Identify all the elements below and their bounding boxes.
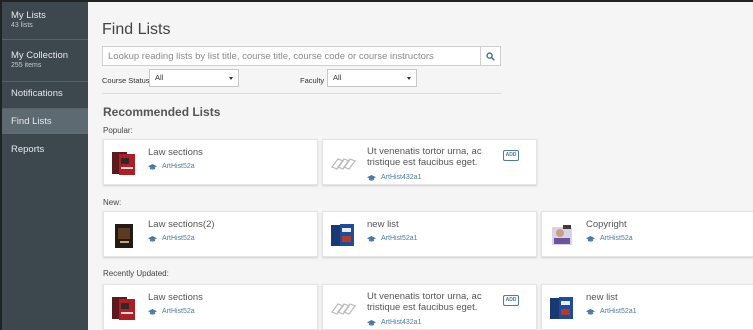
course-code: ArtHist52a1 bbox=[600, 308, 637, 315]
course-code-link[interactable]: ArtHist52a1 bbox=[367, 235, 418, 242]
search-icon bbox=[486, 51, 495, 61]
graduation-cap-icon bbox=[367, 235, 376, 242]
sidebar-item-label: Reports bbox=[11, 144, 45, 155]
sidebar-item-my-lists[interactable]: My Lists 43 lists bbox=[2, 10, 88, 29]
graduation-cap-icon bbox=[586, 235, 595, 242]
book-placeholder-thumbnail bbox=[331, 303, 356, 315]
course-code: ArtHist52a1 bbox=[381, 235, 418, 242]
graduation-cap-icon bbox=[367, 174, 376, 181]
faculty-label: Faculty bbox=[300, 76, 325, 85]
group-label-popular: Popular: bbox=[103, 126, 133, 135]
sidebar-item-label: My Lists bbox=[11, 10, 46, 21]
group-label-recently-updated: Recently Updated: bbox=[103, 269, 169, 278]
course-code: ArtHist52a bbox=[600, 235, 633, 242]
sidebar-item-reports[interactable]: Reports bbox=[2, 144, 88, 155]
course-code-link[interactable]: ArtHist52a bbox=[586, 235, 633, 242]
book-cover-thumbnail bbox=[115, 224, 133, 248]
book-cover-thumbnail bbox=[112, 152, 135, 175]
list-title: Law sections bbox=[148, 147, 203, 158]
search-input[interactable] bbox=[103, 47, 481, 65]
search-button[interactable] bbox=[480, 47, 500, 65]
sidebar-item-count: 43 lists bbox=[11, 22, 33, 29]
course-code-link[interactable]: ArtHist432a1 bbox=[367, 174, 421, 181]
course-code: ArtHist432a1 bbox=[381, 174, 422, 181]
list-card[interactable]: Ut venenatis tortor urna, ac tristique e… bbox=[322, 139, 537, 185]
list-title: Ut venenatis tortor urna, ac tristique e… bbox=[367, 146, 482, 168]
faculty-value: All bbox=[333, 73, 342, 82]
recommended-lists-heading: Recommended Lists bbox=[103, 105, 221, 119]
list-card[interactable]: Law sections(2) ArtHist52a bbox=[103, 211, 318, 257]
list-card[interactable]: new list ArtHist52a1 bbox=[322, 211, 537, 257]
course-code-link[interactable]: ArtHist52a bbox=[148, 235, 195, 242]
add-button[interactable]: ADD bbox=[503, 295, 519, 306]
list-card[interactable]: Copyright ArtHist52a bbox=[541, 211, 753, 257]
sidebar-divider bbox=[2, 81, 88, 82]
graduation-cap-icon bbox=[586, 308, 595, 315]
course-code-link[interactable]: ArtHist52a1 bbox=[586, 308, 637, 315]
sidebar-item-label: My Collection bbox=[11, 50, 69, 61]
list-card[interactable]: new list ArtHist52a1 bbox=[541, 284, 753, 330]
sidebar-item-my-collection[interactable]: My Collection 255 items bbox=[2, 50, 88, 69]
book-cover-thumbnail bbox=[112, 297, 135, 320]
page-title: Find Lists bbox=[102, 21, 171, 38]
book-cover-thumbnail bbox=[331, 224, 354, 246]
chevron-down-icon bbox=[407, 77, 411, 80]
graduation-cap-icon bbox=[148, 235, 157, 242]
book-cover-thumbnail bbox=[550, 297, 573, 319]
sidebar: My Lists 43 lists My Collection 255 item… bbox=[2, 2, 88, 330]
course-code-link[interactable]: ArtHist52a bbox=[148, 308, 195, 315]
course-code: ArtHist432a1 bbox=[381, 319, 422, 326]
list-card[interactable]: Law sections ArtHist52a bbox=[103, 284, 318, 330]
group-label-new: New: bbox=[103, 198, 122, 207]
chevron-down-icon bbox=[229, 77, 233, 80]
course-code: ArtHist52a bbox=[162, 163, 195, 170]
add-button[interactable]: ADD bbox=[503, 150, 519, 161]
sidebar-item-count: 255 items bbox=[11, 62, 42, 69]
list-title: new list bbox=[586, 292, 618, 303]
faculty-select[interactable]: All bbox=[327, 69, 417, 87]
divider bbox=[102, 93, 501, 94]
list-title: new list bbox=[367, 219, 399, 230]
list-title: Ut venenatis tortor urna, ac tristique e… bbox=[367, 291, 482, 313]
list-title: Law sections bbox=[148, 292, 203, 303]
graduation-cap-icon bbox=[148, 163, 157, 170]
course-code-link[interactable]: ArtHist52a bbox=[148, 163, 195, 170]
sidebar-item-notifications[interactable]: Notifications bbox=[2, 88, 88, 99]
graduation-cap-icon bbox=[148, 308, 157, 315]
list-card[interactable]: Law sections ArtHist52a bbox=[103, 139, 318, 185]
course-status-value: All bbox=[155, 73, 164, 82]
main-content: Find Lists Course Status All Faculty All… bbox=[88, 2, 753, 330]
search-bar bbox=[102, 46, 501, 66]
sidebar-item-label: Notifications bbox=[11, 88, 63, 99]
graduation-cap-icon bbox=[367, 319, 376, 326]
list-title: Law sections(2) bbox=[148, 219, 215, 230]
course-code: ArtHist52a bbox=[162, 308, 195, 315]
book-placeholder-thumbnail bbox=[331, 158, 356, 170]
course-status-label: Course Status bbox=[102, 76, 150, 85]
course-status-select[interactable]: All bbox=[149, 69, 239, 87]
sidebar-item-find-lists[interactable]: Find Lists bbox=[2, 109, 88, 134]
sidebar-divider bbox=[2, 39, 88, 40]
list-card[interactable]: Ut venenatis tortor urna, ac tristique e… bbox=[322, 284, 537, 330]
course-code: ArtHist52a bbox=[162, 235, 195, 242]
list-title: Copyright bbox=[586, 219, 627, 230]
course-code-link[interactable]: ArtHist432a1 bbox=[367, 319, 421, 326]
sidebar-item-label: Find Lists bbox=[11, 116, 52, 127]
book-cover-thumbnail bbox=[552, 225, 572, 245]
